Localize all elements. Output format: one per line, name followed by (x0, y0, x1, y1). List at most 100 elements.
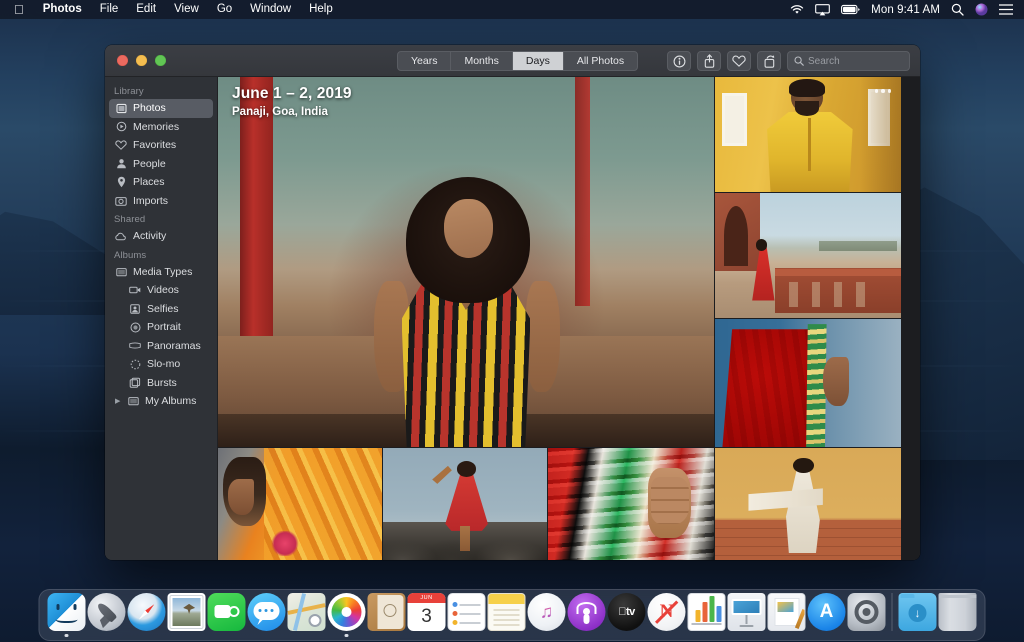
dock-item-numbers[interactable] (687, 593, 727, 637)
photo-thumbnail-yellow-kurta[interactable] (715, 77, 901, 192)
sidebar-item-my-albums[interactable]: ▶ My Albums (109, 392, 213, 411)
rotate-button[interactable] (757, 51, 781, 71)
dock-item-pages[interactable] (767, 593, 807, 637)
photos-app-window: Years Months Days All Photos Search (105, 45, 920, 560)
dock-item-facetime[interactable] (207, 593, 247, 637)
dock-item-app-store[interactable]: A (807, 593, 847, 637)
share-button[interactable] (697, 51, 721, 71)
sidebar-item-places[interactable]: Places (109, 173, 213, 192)
sidebar-item-label: Videos (147, 284, 179, 296)
dock-item-news[interactable]: N (647, 593, 687, 637)
sidebar-item-selfies[interactable]: Selfies (109, 300, 213, 319)
sidebar-section-shared: Shared (105, 210, 217, 227)
slomo-icon (129, 358, 141, 370)
dock-item-maps[interactable] (287, 593, 327, 637)
dock-item-apple-tv[interactable]: tv (607, 593, 647, 637)
wifi-icon[interactable] (790, 4, 804, 15)
search-icon[interactable] (951, 3, 964, 16)
more-options-button[interactable] (875, 89, 892, 93)
sidebar-section-albums: Albums (105, 246, 217, 263)
dock-item-messages[interactable] (247, 593, 287, 637)
photo-thumbnail-hero[interactable]: June 1 – 2, 2019 Panaji, Goa, India (218, 77, 714, 447)
sidebar-item-panoramas[interactable]: Panoramas (109, 337, 213, 356)
sidebar-item-media-types[interactable]: Media Types (109, 263, 213, 282)
dock-item-photos[interactable] (327, 593, 367, 637)
dock-divider (892, 593, 893, 631)
dock-item-downloads[interactable]: ↓ (898, 593, 938, 637)
battery-icon[interactable] (841, 4, 860, 15)
tab-years[interactable]: Years (398, 52, 451, 70)
sidebar-item-portrait[interactable]: Portrait (109, 318, 213, 337)
chevron-right-icon[interactable]: ▶ (115, 397, 120, 405)
siri-icon[interactable] (975, 3, 988, 16)
launchpad-icon (88, 593, 126, 631)
dock-item-calendar[interactable]: JUN 3 (407, 593, 447, 637)
menu-item-help[interactable]: Help (300, 0, 342, 19)
sidebar-item-videos[interactable]: Videos (109, 281, 213, 300)
dock-item-safari[interactable] (127, 593, 167, 637)
sidebar-item-bursts[interactable]: Bursts (109, 374, 213, 393)
photo-thumbnail-dancer[interactable] (715, 448, 901, 560)
menu-item-photos[interactable]: Photos (34, 0, 91, 19)
photo-thumbnail-orange-sari[interactable] (218, 448, 382, 560)
sidebar-item-memories[interactable]: Memories (109, 118, 213, 137)
window-controls (105, 55, 240, 66)
sidebar-item-imports[interactable]: Imports (109, 192, 213, 211)
menu-bar-clock[interactable]: Mon 9:41 AM (871, 4, 940, 16)
menu-item-file[interactable]: File (91, 0, 128, 19)
airplay-icon[interactable] (815, 4, 830, 16)
sidebar-item-label: Portrait (147, 321, 181, 333)
apple-tv-icon: tv (608, 593, 646, 631)
dock-item-system-preferences[interactable] (847, 593, 887, 637)
photo-thumbnail-child-rocks[interactable] (383, 448, 547, 560)
info-button[interactable] (667, 51, 691, 71)
apple-logo-icon[interactable]:  (7, 2, 34, 17)
menu-item-edit[interactable]: Edit (127, 0, 165, 19)
close-button[interactable] (117, 55, 128, 66)
dock-item-reminders[interactable] (447, 593, 487, 637)
photo-artwork (715, 77, 901, 192)
menu-item-view[interactable]: View (165, 0, 208, 19)
sidebar-item-favorites[interactable]: Favorites (109, 136, 213, 155)
photo-thumbnail-red-veil[interactable] (715, 319, 901, 447)
sidebar-item-activity[interactable]: Activity (109, 227, 213, 246)
folder-icon (115, 266, 127, 278)
dock-item-podcasts[interactable] (567, 593, 607, 637)
photo-thumbnail-fort[interactable] (715, 193, 901, 318)
dock-item-notes[interactable] (487, 593, 527, 637)
person-icon (115, 158, 127, 170)
minimize-button[interactable] (136, 55, 147, 66)
sidebar-item-people[interactable]: People (109, 155, 213, 174)
menu-item-go[interactable]: Go (208, 0, 241, 19)
photo-artwork (218, 77, 714, 447)
dock-item-trash[interactable] (938, 593, 978, 637)
tab-all-photos[interactable]: All Photos (564, 52, 637, 70)
dock-item-finder[interactable] (47, 593, 87, 637)
sidebar-item-photos[interactable]: Photos (109, 99, 213, 118)
search-input[interactable]: Search (787, 51, 910, 71)
dock-item-photo-booth[interactable] (167, 593, 207, 637)
tab-months[interactable]: Months (451, 52, 512, 70)
tab-days[interactable]: Days (513, 52, 564, 70)
dock-item-contacts[interactable] (367, 593, 407, 637)
dock-item-itunes[interactable]: ♫ (527, 593, 567, 637)
app-store-icon: A (808, 593, 846, 631)
window-body: Library Photos Memories Favorites (105, 77, 920, 560)
photo-thumbnail-striped-cloth[interactable] (548, 448, 714, 560)
sidebar-item-slo-mo[interactable]: Slo-mo (109, 355, 213, 374)
favorite-button[interactable] (727, 51, 751, 71)
photo-artwork (383, 448, 547, 560)
menu-item-window[interactable]: Window (241, 0, 300, 19)
sidebar-item-label: Imports (133, 195, 168, 207)
sidebar-item-label: Activity (133, 230, 166, 242)
photo-artwork (548, 448, 714, 560)
control-center-icon[interactable] (999, 4, 1013, 15)
dock-item-launchpad[interactable] (87, 593, 127, 637)
messages-icon (248, 593, 286, 631)
zoom-button[interactable] (155, 55, 166, 66)
selfie-icon (129, 303, 141, 315)
menu-bar:  Photos File Edit View Go Window Help M… (0, 0, 1024, 19)
sidebar-item-label: Panoramas (147, 340, 201, 352)
dock-item-keynote[interactable] (727, 593, 767, 637)
panorama-icon (129, 340, 141, 352)
